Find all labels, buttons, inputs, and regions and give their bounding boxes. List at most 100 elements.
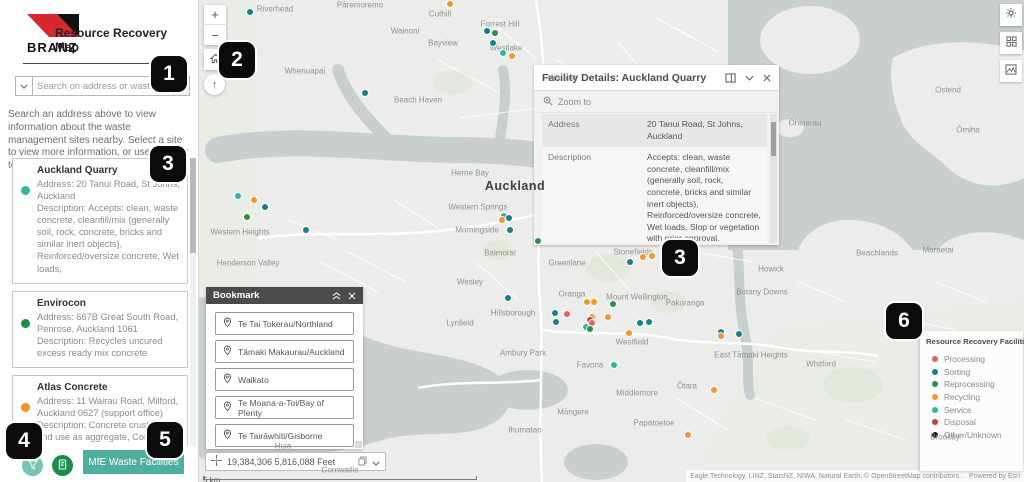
bookmark-label: Te Tai Tokerau/Northland xyxy=(238,318,333,329)
chevron-down-icon[interactable] xyxy=(372,453,380,471)
annotation-badge-4: 4 xyxy=(6,423,42,459)
attribution-text: Eagle Technology, LINZ, StatsNZ, NIWA, N… xyxy=(690,472,962,480)
copy-icon[interactable] xyxy=(358,453,367,471)
legend-label: Disposal xyxy=(944,417,976,428)
zoom-control: + − xyxy=(204,5,226,45)
facility-dot[interactable] xyxy=(490,40,496,46)
map-pin-icon xyxy=(223,429,232,442)
resize-handle[interactable] xyxy=(355,441,362,448)
facility-dot[interactable] xyxy=(235,193,241,199)
facility-dot[interactable] xyxy=(587,326,593,332)
bookmark-item[interactable]: Waikato xyxy=(215,368,354,391)
dock-icon[interactable] xyxy=(725,72,736,83)
facility-detail: Address: 667B Great South Road, Penrose,… xyxy=(37,311,179,334)
facility-dot[interactable] xyxy=(605,314,611,320)
facility-dot[interactable] xyxy=(506,215,512,221)
facility-dot[interactable] xyxy=(500,50,506,56)
collapse-double-chevron-icon[interactable] xyxy=(332,291,341,300)
facility-dot[interactable] xyxy=(447,1,453,7)
coordinate-bar: 19,384,306 5,816,088 Feet xyxy=(205,452,386,471)
bookmark-header: Bookmark xyxy=(206,287,363,304)
bookmark-list: Te Tai Tokerau/Northland Tāmaki Makaurau/… xyxy=(206,304,363,449)
annotation-badge-3: 3 xyxy=(662,240,698,276)
attribute-label: Address xyxy=(548,119,580,129)
legend-item: Reprocessing xyxy=(926,378,1017,391)
legend-label: Reprocessing xyxy=(944,379,995,390)
bookmark-item[interactable]: Tāmaki Makaurau/Auckland xyxy=(215,340,354,363)
facility-dot[interactable] xyxy=(591,299,597,305)
facility-type-dot xyxy=(21,402,30,412)
facility-dot[interactable] xyxy=(251,197,257,203)
legend-panel: Resource Recovery Facilities Processing S… xyxy=(920,331,1024,471)
facility-dot[interactable] xyxy=(535,238,541,244)
popup-title: Facility Details: Auckland Quarry xyxy=(542,71,707,84)
facility-dot[interactable] xyxy=(564,311,570,317)
legend-toggle-button[interactable] xyxy=(1000,60,1022,82)
zoom-in-button[interactable]: + xyxy=(204,5,226,25)
grid-icon xyxy=(1005,34,1017,52)
compass-button[interactable]: ↑ xyxy=(204,74,225,95)
legend-dot xyxy=(932,394,938,401)
facility-list: Auckland Quarry Address: 20 Tanui Road, S… xyxy=(12,158,188,446)
map-pin-icon xyxy=(223,373,232,386)
facility-dot[interactable] xyxy=(718,333,724,339)
legend-label: Processing xyxy=(944,354,986,365)
facility-dot[interactable] xyxy=(610,301,616,307)
popup-scrollbar[interactable] xyxy=(770,114,777,243)
annotation-badge-2: 2 xyxy=(219,42,255,78)
bookmark-item[interactable]: Te Tairāwhiti/Gisborne xyxy=(215,424,354,447)
facility-dot[interactable] xyxy=(584,299,590,305)
facility-dot[interactable] xyxy=(646,319,652,325)
attribute-row: Address 20 Tanui Road, St Johns, Auckland xyxy=(542,114,767,148)
zoom-to-action[interactable]: Zoom to xyxy=(534,91,779,113)
map-canvas[interactable]: + − ↑ Facility Details: Auckland Quarry xyxy=(198,0,1024,482)
collapse-chevron-icon[interactable] xyxy=(745,75,754,81)
popup-attribute-table: Address 20 Tanui Road, St Johns, Auckland… xyxy=(542,114,767,243)
facility-dot[interactable] xyxy=(492,30,498,36)
facility-dot[interactable] xyxy=(507,227,513,233)
scale-line xyxy=(203,476,477,480)
facility-dot[interactable] xyxy=(627,259,633,265)
facility-dot[interactable] xyxy=(553,319,559,325)
layer-list-button[interactable] xyxy=(52,455,73,476)
gear-icon xyxy=(1005,6,1017,24)
facility-dot[interactable] xyxy=(711,387,717,393)
search-type-dropdown[interactable] xyxy=(15,76,32,96)
close-icon[interactable] xyxy=(348,292,356,300)
facility-dot[interactable] xyxy=(637,320,643,326)
facility-dot[interactable] xyxy=(505,295,511,301)
facility-type-dot xyxy=(21,318,30,328)
facility-card[interactable]: Envirocon Address: 667B Great South Road,… xyxy=(12,290,188,368)
bookmark-item[interactable]: Te Moana-a-Toi/Bay of Plenty xyxy=(215,396,354,419)
facility-dot[interactable] xyxy=(736,331,742,337)
facility-dot[interactable] xyxy=(244,214,250,220)
facility-dot[interactable] xyxy=(262,204,268,210)
map-pin-icon xyxy=(223,317,232,330)
facility-dot[interactable] xyxy=(509,53,515,59)
facility-dot[interactable] xyxy=(611,362,617,368)
settings-button[interactable] xyxy=(1000,4,1022,26)
close-icon[interactable] xyxy=(763,74,771,82)
facility-dot[interactable] xyxy=(626,330,632,336)
facility-dot[interactable] xyxy=(362,90,368,96)
basemap-gallery-button[interactable] xyxy=(1000,32,1022,54)
facility-dot[interactable] xyxy=(499,217,505,223)
legend-item: Sorting xyxy=(926,366,1017,379)
legend-label: Sorting xyxy=(944,366,971,377)
attribute-label: Description xyxy=(548,152,591,163)
facility-dot[interactable] xyxy=(552,310,558,316)
zoom-out-button[interactable]: − xyxy=(204,25,226,45)
bookmark-item[interactable]: Te Tai Tokerau/Northland xyxy=(215,312,354,335)
facility-dot[interactable] xyxy=(484,28,490,34)
facility-dot[interactable] xyxy=(640,254,646,260)
facility-dot[interactable] xyxy=(649,253,655,259)
facility-dot[interactable] xyxy=(247,9,253,15)
sidebar-scrollbar[interactable] xyxy=(190,158,196,446)
legend-item: Other/Unknown xyxy=(926,429,1017,442)
facility-dot[interactable] xyxy=(685,432,691,438)
funnel-icon xyxy=(27,457,38,475)
facility-dot[interactable] xyxy=(303,227,309,233)
crosshair-icon[interactable] xyxy=(211,453,222,471)
coordinates-value: 19,384,306 5,816,088 Feet xyxy=(227,456,336,467)
zoom-to-label: Zoom to xyxy=(558,96,592,107)
